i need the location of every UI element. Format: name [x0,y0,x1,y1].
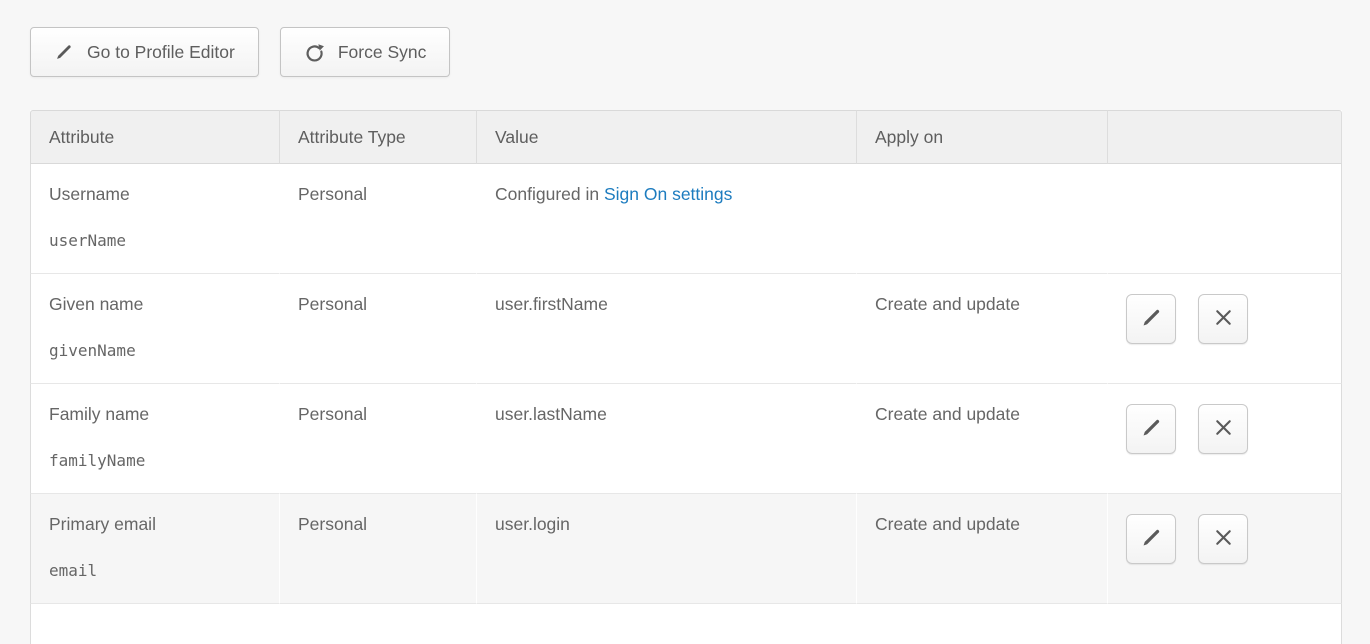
x-icon [1212,306,1235,332]
value-cell: user.login [477,494,857,604]
apply-on-cell: Create and update [857,494,1108,604]
empty-cell [857,604,1108,644]
remove-attribute-button[interactable] [1198,294,1248,344]
value-text: user.firstName [495,294,608,314]
value-text: Configured in [495,184,604,204]
table-row: UsernameuserNamePersonalConfigured in Si… [30,164,1342,274]
attribute-display-name: Family name [49,404,261,425]
table-row: Given name givenName Personal user.firstNam… [30,274,1342,384]
apply-on-cell: Create and update [857,384,1108,494]
attribute-type-cell: Personal [280,274,477,384]
empty-cell [477,604,857,644]
value-text: user.lastName [495,404,607,424]
edit-attribute-button[interactable] [1126,404,1176,454]
value-cell: user.firstName [477,274,857,384]
table-row [30,604,1342,644]
attribute-display-name: Given name [49,294,261,315]
value-cell: Configured in Sign On settings [477,164,857,274]
actions-cell [1108,494,1342,604]
apply-on-cell [857,164,1108,274]
go-to-profile-editor-button[interactable]: Go to Profile Editor [30,27,259,77]
attribute-variable-name: userName [49,231,261,250]
pencil-icon [54,42,74,62]
attribute-type-cell: Personal [280,384,477,494]
value-text: user.login [495,514,570,534]
table-row: Primary email email Personal user.login Crea… [30,494,1342,604]
attribute-cell: Given name givenName [30,274,280,384]
refresh-icon [304,42,325,63]
x-icon [1212,526,1235,552]
column-header-actions [1108,110,1342,164]
column-header-value: Value [477,110,857,164]
attribute-cell: Primary email email [30,494,280,604]
empty-cell [280,604,477,644]
attribute-type-cell: Personal [280,494,477,604]
empty-cell [1108,604,1342,644]
actions-cell [1108,164,1342,274]
empty-cell [30,604,280,644]
edit-attribute-button[interactable] [1126,514,1176,564]
attribute-mappings-table: AttributeAttribute TypeValueApply on Use… [30,110,1342,644]
x-icon [1212,416,1235,442]
attribute-variable-name: familyName [49,451,261,470]
remove-attribute-button[interactable] [1198,404,1248,454]
attribute-type-cell: Personal [280,164,477,274]
value-cell: user.lastName [477,384,857,494]
attribute-cell: Username userName [30,164,280,274]
force-sync-label: Force Sync [338,42,427,63]
attribute-variable-name: email [49,561,261,580]
attribute-variable-name: givenName [49,341,261,360]
table-header-row: AttributeAttribute TypeValueApply on [30,110,1342,164]
pencil-icon [1140,306,1163,332]
attribute-display-name: Primary email [49,514,261,535]
table-row: Family name familyName Personal user.lastNa… [30,384,1342,494]
force-sync-button[interactable]: Force Sync [280,27,451,77]
attribute-display-name: Username [49,184,261,205]
apply-on-cell: Create and update [857,274,1108,384]
toolbar: Go to Profile Editor Force Sync [0,0,1370,77]
go-to-profile-editor-label: Go to Profile Editor [87,42,235,63]
sign-on-settings-link[interactable]: Sign On settings [604,184,732,204]
pencil-icon [1140,416,1163,442]
actions-cell [1108,384,1342,494]
column-header-attribute-type: Attribute Type [280,110,477,164]
pencil-icon [1140,526,1163,552]
column-header-apply-on: Apply on [857,110,1108,164]
actions-cell [1108,274,1342,384]
column-header-attribute: Attribute [30,110,280,164]
remove-attribute-button[interactable] [1198,514,1248,564]
attribute-cell: Family name familyName [30,384,280,494]
edit-attribute-button[interactable] [1126,294,1176,344]
